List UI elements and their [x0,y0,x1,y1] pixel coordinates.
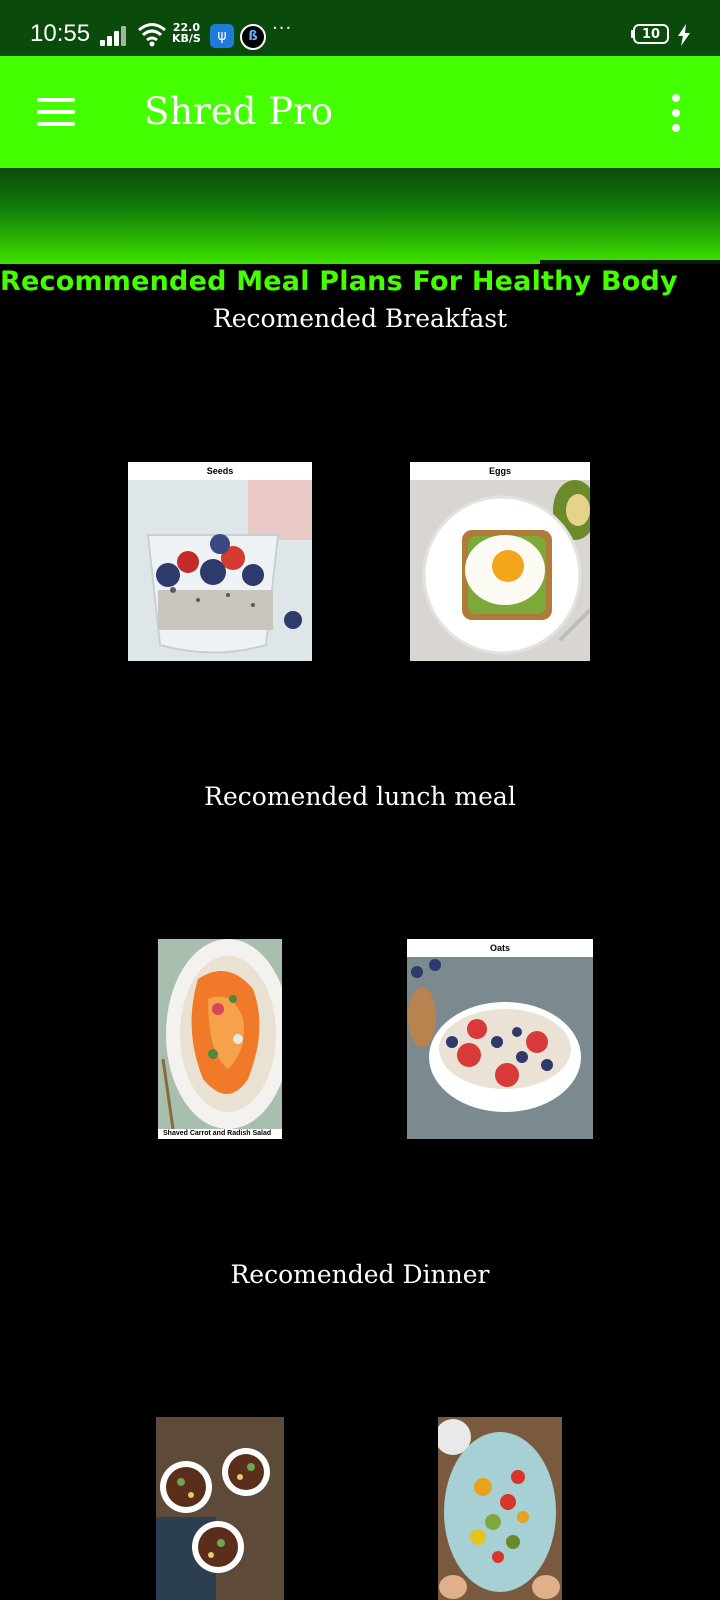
page-heading: Recommended Meal Plans For Healthy Body [0,266,678,297]
bean-stew-bowls-image [156,1417,284,1600]
carrot-radish-salad-image [158,939,282,1139]
roasted-vegetables-image [438,1417,562,1600]
wifi-icon [138,23,166,47]
battery-level: 10 [641,27,661,42]
meal-card-carrot-salad[interactable]: Shaved Carrot and Radish Salad [158,939,282,1139]
battery-icon: 10 [633,24,669,44]
app-bar: Shred Pro [0,56,720,168]
signal-strength-icon [100,24,130,46]
meal-card-dinner-2[interactable] [438,1417,562,1600]
more-vert-icon[interactable] [664,94,688,132]
status-bar: 10:55 22.0 KB/S ψ ß ··· 10 [0,0,720,56]
usb-icon: ψ [210,24,234,48]
banner-divider [540,260,720,264]
meal-card-dinner-1[interactable] [156,1417,284,1600]
egg-toast-image [410,480,590,661]
seeds-pudding-image [128,480,312,661]
meal-card-seeds[interactable]: Seeds [128,462,312,661]
charging-icon [678,24,690,46]
section-title-lunch: Recomended lunch meal [204,782,516,811]
section-title-dinner: Recomended Dinner [230,1260,490,1289]
meal-card-label: Shaved Carrot and Radish Salad [158,1129,282,1139]
hamburger-menu-icon[interactable] [37,98,75,126]
app-title: Shred Pro [144,90,334,133]
oats-bowl-image [407,957,593,1139]
meal-card-label: Eggs [410,462,590,480]
app-notification-icon: ß [240,24,266,50]
status-time: 10:55 [30,20,91,47]
meal-card-label: Oats [407,939,593,957]
meal-card-oats[interactable]: Oats [407,939,593,1139]
more-notifications-icon: ··· [272,18,293,39]
network-speed: 22.0 KB/S [172,22,201,44]
meal-card-label: Seeds [128,462,312,480]
network-speed-unit: KB/S [172,32,201,45]
header-banner [0,168,720,264]
meal-card-eggs[interactable]: Eggs [410,462,590,661]
section-title-breakfast: Recomended Breakfast [212,304,508,333]
